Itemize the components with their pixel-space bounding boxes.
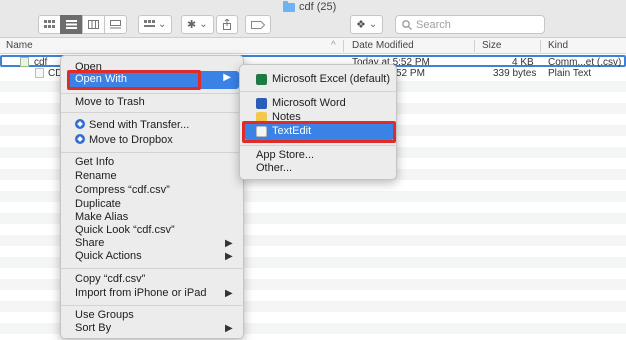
excel-icon [256, 73, 267, 85]
group-button[interactable]: ⌄ [138, 15, 173, 34]
finder-toolbar: cdf (25) ⌄ ✱ ⌄ ❖ ⌄ Search [0, 0, 626, 38]
menu-item-duplicate[interactable]: Duplicate [75, 198, 121, 210]
submenu-item-excel-label: Microsoft Excel (default) [272, 73, 390, 85]
column-view-icon [88, 20, 99, 29]
gear-icon: ✱ [187, 19, 197, 31]
dropbox-button[interactable]: ❖ ⌄ [350, 15, 384, 34]
group-menu[interactable]: ⌄ [138, 15, 173, 34]
menu-separator [61, 112, 244, 113]
action-button[interactable]: ✱ ⌄ [181, 15, 214, 34]
gallery-view-button[interactable] [104, 15, 127, 34]
menu-item-use-groups[interactable]: Use Groups [75, 309, 134, 321]
menu-item-move-to-dropbox[interactable]: Move to Dropbox [75, 134, 173, 146]
view-switcher [38, 15, 127, 34]
column-size[interactable]: Size [482, 40, 501, 51]
column-kind[interactable]: Kind [548, 40, 568, 51]
dropbox-icon [75, 134, 85, 144]
icon-view-icon [44, 20, 55, 28]
search-icon [402, 19, 412, 30]
menu-item-rename[interactable]: Rename [75, 170, 117, 182]
word-icon [256, 97, 267, 109]
search-placeholder: Search [416, 18, 451, 31]
annotation-box-textedit [242, 121, 396, 143]
menu-item-move-to-trash[interactable]: Move to Trash [75, 96, 145, 108]
menu-item-get-info[interactable]: Get Info [75, 156, 114, 168]
menu-separator [61, 268, 244, 269]
menu-item-make-alias[interactable]: Make Alias [75, 211, 128, 223]
folder-icon [283, 0, 295, 12]
menu-item-move-to-dropbox-label: Move to Dropbox [89, 134, 173, 146]
menu-item-import-from-iphone[interactable]: Import from iPhone or iPad [75, 287, 206, 299]
submenu-item-other[interactable]: Other... [256, 162, 292, 174]
open-with-submenu: Microsoft Excel (default) Microsoft Word… [239, 64, 397, 180]
menu-item-sort-by[interactable]: Sort By [75, 322, 111, 334]
submenu-arrow-icon: ▶ [225, 251, 233, 262]
csv-file-icon [20, 57, 29, 67]
menu-separator [240, 91, 397, 92]
menu-separator [240, 145, 397, 146]
chevron-down-icon: ⌄ [368, 19, 378, 30]
submenu-arrow-icon: ▶ [223, 72, 231, 83]
menu-item-quick-look[interactable]: Quick Look “cdf.csv” [75, 224, 175, 236]
submenu-item-word-label: Microsoft Word [272, 97, 346, 109]
submenu-item-excel[interactable]: Microsoft Excel (default) [256, 73, 390, 85]
file-size: 4 KB [512, 57, 534, 68]
submenu-item-word[interactable]: Microsoft Word [256, 97, 346, 109]
share-menu[interactable] [216, 15, 238, 34]
window-title-text: cdf (25) [299, 1, 337, 13]
column-date-modified[interactable]: Date Modified [352, 40, 414, 51]
tag-icon [251, 20, 265, 29]
sort-ascending-icon: ^ [331, 40, 336, 51]
group-icon [144, 20, 155, 27]
submenu-arrow-icon: ▶ [225, 323, 233, 334]
chevron-down-icon: ⌄ [158, 19, 167, 30]
file-date: 52 PM [396, 68, 425, 79]
window-title: cdf (25) [283, 0, 337, 13]
menu-item-copy[interactable]: Copy “cdf.csv” [75, 273, 145, 285]
submenu-arrow-icon: ▶ [225, 288, 233, 299]
file-kind: Plain Text [548, 68, 592, 79]
menu-item-compress[interactable]: Compress “cdf.csv” [75, 184, 170, 196]
menu-item-share[interactable]: Share [75, 237, 104, 249]
menu-item-send-with-transfer-label: Send with Transfer... [89, 119, 190, 131]
action-menu[interactable]: ✱ ⌄ [181, 15, 214, 34]
menu-separator [61, 305, 244, 306]
column-name[interactable]: Name [6, 40, 33, 51]
icon-view-button[interactable] [38, 15, 61, 34]
list-view-button[interactable] [60, 15, 83, 34]
list-view-icon [66, 20, 77, 29]
menu-separator [61, 152, 244, 153]
annotation-box-open-with [67, 70, 201, 90]
column-header: Name ^ Date Modified Size Kind [0, 38, 626, 54]
search-input[interactable]: Search [395, 15, 545, 34]
file-size: 339 bytes [493, 68, 537, 79]
gallery-view-icon [110, 20, 121, 29]
tag-button[interactable] [245, 15, 271, 34]
text-file-icon [35, 68, 44, 78]
chevron-down-icon: ⌄ [199, 19, 208, 30]
context-menu: Open Open With ▶ Move to Trash Send with… [60, 55, 244, 339]
submenu-arrow-icon: ▶ [225, 238, 233, 249]
menu-item-quick-actions[interactable]: Quick Actions [75, 250, 142, 262]
menu-item-send-with-transfer[interactable]: Send with Transfer... [75, 119, 189, 131]
dropbox-icon: ❖ [356, 19, 366, 31]
submenu-item-app-store[interactable]: App Store... [256, 149, 314, 161]
file-name: cdf [34, 57, 48, 68]
dropbox-icon [75, 119, 85, 129]
dropbox-menu[interactable]: ❖ ⌄ [350, 15, 384, 34]
share-icon [223, 19, 231, 30]
column-view-button[interactable] [82, 15, 105, 34]
menu-separator [61, 93, 244, 94]
tag-menu[interactable] [245, 15, 271, 34]
share-button[interactable] [216, 15, 238, 34]
file-kind: Comm...et (.csv) [548, 57, 622, 68]
